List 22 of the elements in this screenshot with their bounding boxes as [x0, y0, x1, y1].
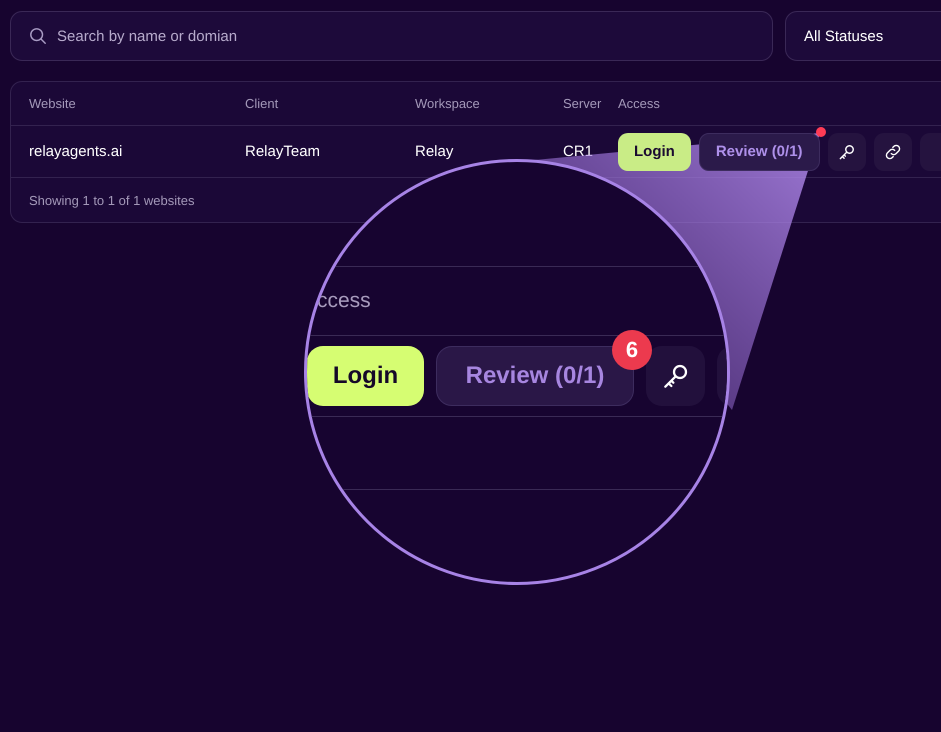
search-icon [29, 27, 47, 45]
review-button[interactable]: Review (0/1) [698, 132, 820, 170]
column-header: Workspace [415, 96, 481, 111]
login-button[interactable]: Login [307, 346, 424, 406]
table-cell-text: CR1 [563, 143, 594, 160]
table-footer: Showing 1 to 1 of 1 websites [11, 178, 941, 222]
notification-badge: 6 [612, 330, 652, 370]
table-cell-text: Relay [415, 143, 454, 160]
link-button[interactable] [874, 132, 912, 170]
table-cell-text: relayagents.ai [29, 143, 124, 160]
column-header: Website [29, 96, 77, 111]
column-header: Access [618, 96, 661, 111]
column-header: Client [245, 96, 280, 111]
link-icon [882, 142, 903, 162]
search-field[interactable]: Search by name or domian [10, 11, 773, 61]
column-header: ccess [317, 289, 371, 313]
column-header: Server [563, 96, 602, 111]
table-cell-text: RelayTeam [245, 143, 322, 160]
status-dropdown[interactable]: All Statuses [785, 11, 941, 61]
key-button[interactable] [646, 346, 705, 406]
key-button[interactable] [828, 132, 866, 170]
login-button[interactable]: Login [618, 132, 691, 170]
